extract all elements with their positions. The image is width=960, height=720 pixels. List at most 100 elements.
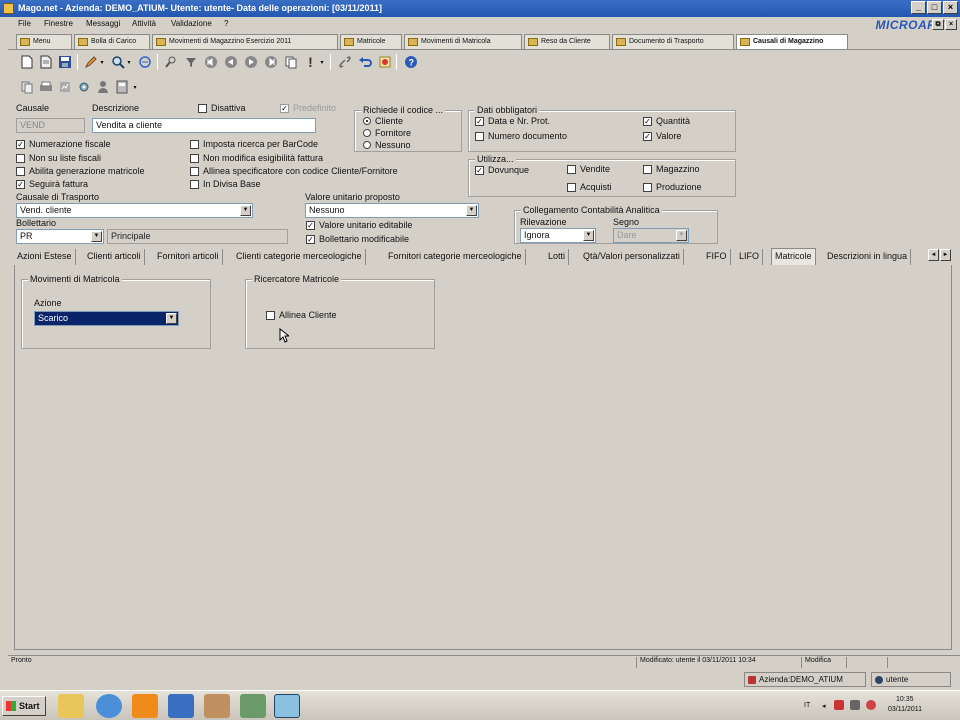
- magazzino-checkbox[interactable]: Magazzino: [643, 164, 700, 174]
- valore-unitario-select[interactable]: Nessuno ▼: [305, 203, 479, 218]
- tab-scroll-right-icon[interactable]: ►: [940, 249, 951, 261]
- menu-help[interactable]: ?: [224, 19, 228, 28]
- predefinito-checkbox[interactable]: ✓ Predefinito: [280, 103, 336, 113]
- print-icon[interactable]: [37, 79, 54, 95]
- close-button[interactable]: ×: [943, 1, 958, 14]
- report-icon[interactable]: [56, 79, 73, 95]
- calculator-icon[interactable]: [113, 79, 130, 95]
- rilevazione-select[interactable]: Ignora ▼: [520, 228, 596, 243]
- in-divisa-base-checkbox[interactable]: In Divisa Base: [190, 179, 261, 189]
- edit-icon[interactable]: [82, 54, 99, 70]
- next-record-icon[interactable]: [242, 54, 259, 70]
- bollettario-modificabile-checkbox[interactable]: ✓ Bollettario modificabile: [306, 234, 409, 244]
- tray-volume-icon[interactable]: [866, 700, 876, 710]
- tab-descrizioni-lingua[interactable]: Descrizioni in lingua: [824, 249, 912, 265]
- doc-tab-causali-magazzino[interactable]: Causali di Magazzino: [736, 34, 848, 50]
- seguira-fattura-checkbox[interactable]: ✓ Seguirà fattura: [16, 179, 88, 189]
- tab-qta-valori[interactable]: Qtà/Valori personalizzati: [580, 249, 684, 265]
- descrizione-field[interactable]: Vendita a cliente: [92, 118, 316, 133]
- tab-scroll-left-icon[interactable]: ◄: [928, 249, 939, 261]
- tab-clienti-categorie[interactable]: Clienti categorie merceologiche: [233, 249, 366, 265]
- previous-record-icon[interactable]: [222, 54, 239, 70]
- user-icon[interactable]: [94, 79, 111, 95]
- menu-messaggi[interactable]: Messaggi: [86, 19, 120, 28]
- tray-network-icon[interactable]: [850, 700, 860, 710]
- tray-security-icon[interactable]: [834, 700, 844, 710]
- doc-tab-reso-cliente[interactable]: Reso da Cliente: [524, 34, 610, 49]
- causale-field[interactable]: VEND: [16, 118, 85, 133]
- mago-net-icon[interactable]: [274, 694, 300, 718]
- edit-dropdown-icon[interactable]: ▾: [98, 54, 106, 70]
- refresh-icon[interactable]: [376, 54, 393, 70]
- maximize-button[interactable]: □: [927, 1, 942, 14]
- valore-editabile-checkbox[interactable]: ✓ Valore unitario editabile: [306, 220, 412, 230]
- causale-trasporto-select[interactable]: Vend. cliente ▼: [16, 203, 253, 218]
- numerazione-fiscale-checkbox[interactable]: ✓ Numerazione fiscale: [16, 139, 111, 149]
- find-icon[interactable]: [136, 54, 153, 70]
- disattiva-checkbox[interactable]: Disattiva: [198, 103, 246, 113]
- open-document-icon[interactable]: [37, 54, 54, 70]
- numero-documento-checkbox[interactable]: Numero documento: [475, 131, 567, 141]
- bollettario-select[interactable]: PR ▼: [16, 229, 104, 244]
- calculator-dropdown-icon[interactable]: ▾: [131, 79, 139, 95]
- link-icon[interactable]: [336, 54, 353, 70]
- search-icon[interactable]: [109, 54, 126, 70]
- doc-tab-movimenti-matricola[interactable]: Movimenti di Matricola: [404, 34, 522, 49]
- minimize-button[interactable]: _: [911, 1, 926, 14]
- allinea-cliente-checkbox[interactable]: Allinea Cliente: [266, 310, 337, 320]
- non-modifica-esigibilita-checkbox[interactable]: Non modifica esigibilità fattura: [190, 153, 323, 163]
- save-icon[interactable]: [56, 54, 73, 70]
- virtual-machine-icon[interactable]: [168, 694, 194, 718]
- menu-file[interactable]: File: [18, 19, 31, 28]
- tab-fifo[interactable]: FIFO: [703, 249, 731, 265]
- child-close-button[interactable]: ×: [945, 19, 957, 30]
- produzione-checkbox[interactable]: Produzione: [643, 182, 702, 192]
- undo-icon[interactable]: [356, 54, 373, 70]
- alert-dropdown-icon[interactable]: ▾: [318, 54, 326, 70]
- child-restore-button[interactable]: ⧉: [932, 19, 944, 30]
- valore-checkbox[interactable]: ✓ Valore: [643, 131, 681, 141]
- menu-validazione[interactable]: Validazione: [171, 19, 212, 28]
- azione-select[interactable]: Scarico ▼: [34, 311, 179, 326]
- first-record-icon[interactable]: [202, 54, 219, 70]
- abilita-matricole-checkbox[interactable]: Abilita generazione matricole: [16, 166, 145, 176]
- tab-fornitori-articoli[interactable]: Fornitori articoli: [154, 249, 223, 265]
- menu-attivita[interactable]: Attività: [132, 19, 156, 28]
- last-record-icon[interactable]: [262, 54, 279, 70]
- menu-finestre[interactable]: Finestre: [44, 19, 73, 28]
- vendite-checkbox[interactable]: Vendite: [567, 164, 610, 174]
- settings-icon[interactable]: [75, 79, 92, 95]
- tab-azioni-estese[interactable]: Azioni Estese: [14, 249, 76, 265]
- tab-lotti[interactable]: Lotti: [545, 249, 570, 265]
- doc-tab-menu[interactable]: Menu: [16, 34, 72, 49]
- filter-icon[interactable]: [182, 54, 199, 70]
- clock-time[interactable]: 10:35: [896, 696, 914, 703]
- explorer-icon[interactable]: [58, 694, 84, 718]
- tray-arrow-icon[interactable]: ◂: [822, 702, 826, 710]
- segno-select[interactable]: Dare ▼: [613, 228, 689, 243]
- doc-tab-bolla-carico[interactable]: Bolla di Carico: [74, 34, 150, 49]
- alert-icon[interactable]: !: [302, 54, 319, 70]
- query-icon[interactable]: [162, 54, 179, 70]
- acquisti-checkbox[interactable]: Acquisti: [567, 182, 612, 192]
- doc-tab-documento-trasporto[interactable]: Documento di Trasporto: [612, 34, 734, 49]
- allinea-specificatore-checkbox[interactable]: Allinea specificatore con codice Cliente…: [190, 166, 398, 176]
- data-nr-prot-checkbox[interactable]: ✓ Data e Nr. Prot.: [475, 116, 550, 126]
- tab-clienti-articoli[interactable]: Clienti articoli: [84, 249, 145, 265]
- language-indicator[interactable]: IT: [804, 702, 810, 709]
- doc-tab-movimenti-magazzino[interactable]: Movimenti di Magazzino Esercizio 2011: [152, 34, 338, 49]
- network-icon[interactable]: [240, 694, 266, 718]
- search-dropdown-icon[interactable]: ▾: [125, 54, 133, 70]
- radio-cliente[interactable]: Cliente: [363, 116, 403, 126]
- radio-fornitore[interactable]: Fornitore: [363, 128, 411, 138]
- internet-explorer-icon[interactable]: [96, 694, 122, 718]
- dovunque-checkbox[interactable]: ✓ Dovunque: [475, 165, 529, 175]
- ricerca-barcode-checkbox[interactable]: Imposta ricerca per BarCode: [190, 139, 318, 149]
- doc-tab-matricole[interactable]: Matricole: [340, 34, 402, 49]
- non-su-liste-fiscali-checkbox[interactable]: Non su liste fiscali: [16, 153, 101, 163]
- tab-matricole[interactable]: Matricole: [771, 248, 816, 265]
- clock-date[interactable]: 03/11/2011: [888, 706, 922, 713]
- help-icon[interactable]: ?: [402, 54, 419, 70]
- start-button[interactable]: Start: [2, 696, 46, 716]
- tab-lifo[interactable]: LIFO: [736, 249, 764, 265]
